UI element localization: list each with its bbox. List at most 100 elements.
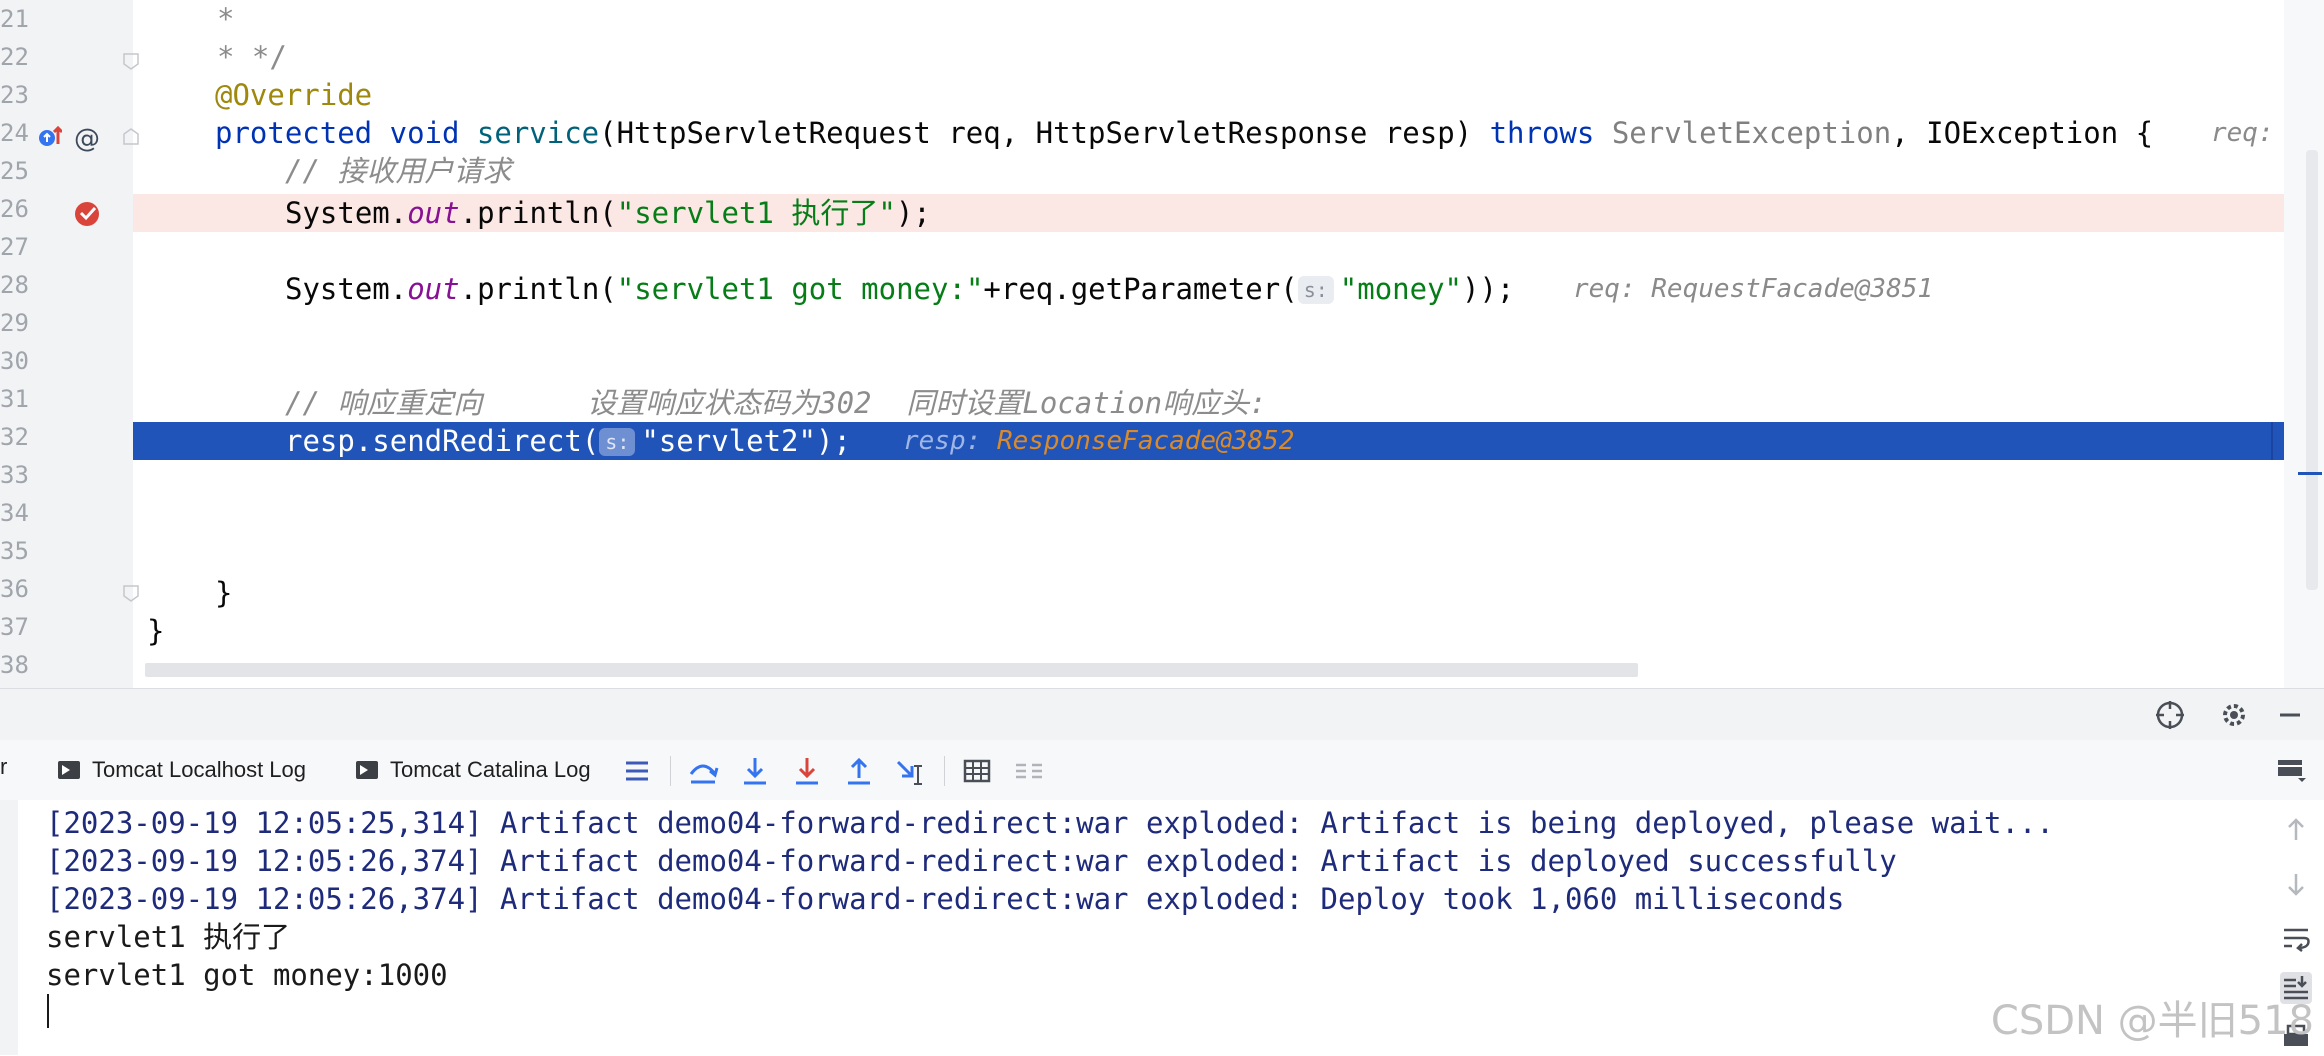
println-statement: System.out.println("servlet1 got money:"… xyxy=(285,270,1514,308)
csdn-watermark: CSDN @半旧518 xyxy=(1990,998,2314,1044)
soft-wrap-icon[interactable] xyxy=(2278,920,2314,956)
force-step-into-icon[interactable] xyxy=(790,754,824,788)
hint-label: resp: xyxy=(903,426,982,456)
exception-type: ServletException xyxy=(1611,116,1892,150)
line-number: 21 xyxy=(0,5,29,33)
tab-tomcat-catalina-log[interactable]: Tomcat Catalina Log xyxy=(356,740,591,800)
console-log-line: [2023-09-19 12:05:25,314] Artifact demo0… xyxy=(46,806,2054,840)
comment-text: // 响应重定向 设置响应状态码为302 同时设置Location响应头: xyxy=(285,386,1267,420)
gear-icon[interactable] xyxy=(2216,697,2252,733)
code-token: System. xyxy=(285,272,408,306)
tab-label: Tomcat Catalina Log xyxy=(390,757,591,782)
console-gutter xyxy=(0,800,18,1055)
code-line-22[interactable]: * */ xyxy=(133,38,2313,76)
comment-text: // 接收用户请求 xyxy=(285,154,512,188)
line-number: 30 xyxy=(0,347,29,375)
console-output[interactable]: [2023-09-19 12:05:25,314] Artifact demo0… xyxy=(0,800,2324,1055)
line-number: 32 xyxy=(0,423,29,451)
minimize-icon[interactable] xyxy=(2272,697,2308,733)
code-token: System. xyxy=(285,196,408,230)
code-line-25[interactable]: // 接收用户请求 xyxy=(133,152,2313,190)
terminal-icon xyxy=(58,761,80,779)
step-into-icon[interactable] xyxy=(738,754,772,788)
code-line-37[interactable]: } xyxy=(133,612,2313,650)
code-token: .println( xyxy=(459,196,617,230)
tab-label: Tomcat Localhost Log xyxy=(92,757,307,782)
text-caret xyxy=(47,994,49,1028)
string-literal: "servlet1 执行了" xyxy=(616,196,896,230)
line-number: 25 xyxy=(0,157,29,185)
console-log-line: [2023-09-19 12:05:26,374] Artifact demo0… xyxy=(46,844,1897,878)
code-line-28[interactable]: System.out.println("servlet1 got money:"… xyxy=(133,270,2313,308)
keyword-throws: throws xyxy=(1489,116,1595,150)
code-line-24[interactable]: protected void service(HttpServletReques… xyxy=(133,114,2313,152)
keyword-protected: protected xyxy=(215,116,373,150)
code-line-26[interactable]: System.out.println("servlet1 执行了"); xyxy=(133,194,2313,232)
hint-value: ResponseFacade@3852 xyxy=(996,426,1295,456)
comment-text: * */ xyxy=(217,40,287,74)
exception-list-rest: , IOException { xyxy=(1891,116,2154,150)
code-line-23[interactable]: @Override xyxy=(133,76,2313,114)
line-number: 27 xyxy=(0,233,29,261)
tab-overflow-edge: r xyxy=(0,754,8,779)
tab-tomcat-localhost-log[interactable]: Tomcat Localhost Log xyxy=(58,740,306,800)
closing-brace: } xyxy=(147,614,165,648)
line-number: 23 xyxy=(0,81,29,109)
layout-icon[interactable] xyxy=(2274,752,2308,786)
method-params: (HttpServletRequest req, HttpServletResp… xyxy=(599,116,1473,150)
println-statement: System.out.println("servlet1 执行了"); xyxy=(285,194,931,232)
line-number: 29 xyxy=(0,309,29,337)
scroll-up-icon[interactable] xyxy=(2278,812,2314,848)
line-number: 36 xyxy=(0,575,29,603)
run-to-cursor-icon[interactable] xyxy=(894,754,928,788)
parameter-hint: s: xyxy=(599,428,636,456)
code-line-32[interactable]: resp.sendRedirect(s: "servlet2"); resp: R… xyxy=(133,422,2313,460)
scroll-down-icon[interactable] xyxy=(2278,866,2314,902)
field-out: out xyxy=(407,272,460,306)
code-token: resp.sendRedirect( xyxy=(285,424,600,458)
code-token: +req.getParameter( xyxy=(983,272,1298,306)
override-up-icon[interactable] xyxy=(38,124,62,152)
at-icon[interactable]: @ xyxy=(74,124,100,154)
vertical-scrollbar[interactable] xyxy=(2284,0,2324,688)
string-literal: "servlet1 got money:" xyxy=(616,272,984,306)
editor-gutter[interactable]: 21 22 23 24 25 26 27 28 29 30 31 32 33 34 35 36 37 38 @ xyxy=(0,0,139,688)
string-literal: "money" xyxy=(1339,272,1462,306)
debug-inline-hint: resp: ResponseFacade@3852 xyxy=(903,422,1294,460)
code-token: ); xyxy=(815,424,851,458)
line-number: 24 xyxy=(0,119,29,147)
threads-icon[interactable] xyxy=(1012,754,1046,788)
crosshair-icon[interactable] xyxy=(2152,697,2188,733)
line-number: 22 xyxy=(0,43,29,71)
line-number: 35 xyxy=(0,537,29,565)
terminal-icon xyxy=(356,761,378,779)
console-output-line: servlet1 执行了 xyxy=(46,920,291,954)
line-number: 34 xyxy=(0,499,29,527)
override-annotation: @Override xyxy=(215,78,373,112)
code-token: ); xyxy=(895,196,931,230)
scrollbar-marker xyxy=(2298,472,2322,475)
line-number: 31 xyxy=(0,385,29,413)
breakpoint-icon[interactable] xyxy=(73,198,103,228)
code-line-31[interactable]: // 响应重定向 设置响应状态码为302 同时设置Location响应头: xyxy=(133,384,2313,422)
scrollbar-thumb[interactable] xyxy=(2306,150,2318,590)
step-out-icon[interactable] xyxy=(842,754,876,788)
tool-window-header xyxy=(0,688,2324,741)
code-line-21[interactable]: * xyxy=(133,0,2313,38)
method-name: service xyxy=(476,116,600,150)
method-signature: protected void service(HttpServletReques… xyxy=(215,114,2153,152)
table-icon[interactable] xyxy=(960,754,994,788)
list-icon[interactable] xyxy=(620,754,654,788)
line-number: 38 xyxy=(0,651,29,679)
step-over-icon[interactable] xyxy=(686,754,720,788)
parameter-hint: s: xyxy=(1297,276,1334,304)
console-log-line: [2023-09-19 12:05:26,374] Artifact demo0… xyxy=(46,882,1845,916)
line-number: 28 xyxy=(0,271,29,299)
code-editor[interactable]: 21 22 23 24 25 26 27 28 29 30 31 32 33 34 35 36 37 38 @ *… xyxy=(0,0,2324,688)
code-line-36[interactable]: } xyxy=(133,574,2313,612)
horizontal-scrollbar[interactable] xyxy=(145,663,1638,677)
line-number: 33 xyxy=(0,461,29,489)
field-out: out xyxy=(407,196,460,230)
code-token: .println( xyxy=(459,272,617,306)
line-number: 26 xyxy=(0,195,29,223)
